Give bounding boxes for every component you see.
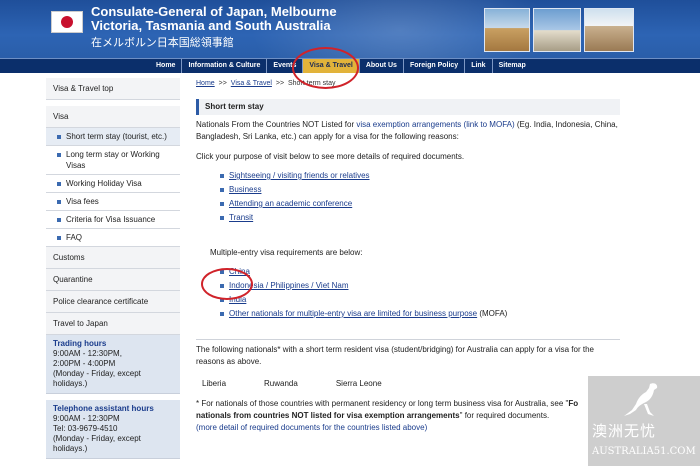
watermark-en-text: AUSTRALIA51.COM: [592, 446, 696, 457]
site-header: Consulate-General of Japan, Melbourne Vi…: [0, 0, 700, 58]
heritage-building-photo: [584, 8, 634, 52]
list-item: Attending an academic conference: [220, 197, 620, 211]
kangaroo-icon: [624, 383, 658, 416]
divider: [196, 339, 620, 340]
sidebar-sub-label: Short term stay (tourist, etc.): [66, 132, 167, 141]
flag-sun: [61, 16, 73, 28]
purpose-business-link[interactable]: Business: [229, 185, 261, 194]
nation-liberia: Liberia: [202, 379, 227, 388]
mofa-suffix: (MOFA): [477, 309, 508, 318]
list-item: Sightseeing / visiting friends or relati…: [220, 169, 620, 183]
list-item: Business: [220, 183, 620, 197]
intro-paragraph: Nationals From the Countries NOT Listed …: [196, 119, 620, 143]
breadcrumb-home[interactable]: Home: [196, 80, 215, 87]
annotation-circle-china: [201, 268, 253, 300]
intro-text: Nationals From the Countries NOT Listed …: [196, 120, 357, 129]
nav-item-foreign-policy[interactable]: Foreign Policy: [404, 59, 466, 73]
nation-sierra-leone: Sierra Leone: [335, 379, 382, 388]
note-bold-line2: nationals from countries NOT listed for …: [196, 411, 460, 420]
click-instruction: Click your purpose of visit below to see…: [196, 152, 465, 161]
list-item: Other nationals for multiple-entry visa …: [220, 307, 620, 321]
list-item: Indonesia / Philippines / Viet Nam: [220, 279, 620, 293]
telephone-hours-title: Telephone assistant hours: [53, 404, 154, 413]
purpose-transit-link[interactable]: Transit: [229, 213, 253, 222]
nav-item-information-culture[interactable]: Information & Culture: [182, 59, 268, 73]
trading-hours-box: Trading hours 9:00AM - 12:30PM, 2:00PM -…: [46, 335, 180, 394]
multi-other-nationals-link[interactable]: Other nationals for multiple-entry visa …: [229, 309, 477, 318]
note-text: " for required documents.: [459, 411, 550, 420]
list-item: China: [220, 265, 620, 279]
sidebar-item-police-clearance[interactable]: Police clearance certificate: [46, 291, 180, 313]
telephone-hours-box: Telephone assistant hours 9:00AM - 12:30…: [46, 400, 180, 459]
main-content: Home >> Visa & Travel >> Short term stay…: [196, 78, 620, 434]
list-item: India: [220, 293, 620, 307]
nation-ruwanda: Ruwanda: [264, 379, 298, 388]
visa-exemption-link[interactable]: visa exemption arrangements (link to MOF…: [356, 120, 514, 129]
trading-hours-line: holidays.): [53, 379, 88, 388]
breadcrumb-separator: >>: [218, 80, 227, 87]
trading-hours-title: Trading hours: [53, 339, 107, 348]
sidebar-sub-long-term-stay[interactable]: Long term stay or Working Visas: [46, 146, 180, 175]
sidebar-item-travel-to-japan[interactable]: Travel to Japan: [46, 313, 180, 335]
nav-item-about-us[interactable]: About Us: [360, 59, 404, 73]
list-item: Transit: [220, 211, 620, 225]
following-nationals-text: The following nationals* with a short te…: [196, 345, 594, 366]
section-heading: Short term stay: [196, 99, 620, 115]
sidebar-sub-short-term-stay[interactable]: Short term stay (tourist, etc.): [46, 128, 180, 146]
purpose-list: Sightseeing / visiting friends or relati…: [196, 169, 620, 225]
nav-item-link[interactable]: Link: [465, 59, 493, 73]
watermark-cn-text: 澳洲无忧: [592, 422, 657, 440]
sidebar-sub-criteria[interactable]: Criteria for Visa Issuance: [46, 211, 180, 229]
site-title-line2: Victoria, Tasmania and South Australia: [91, 18, 331, 33]
clock-tower-photo: [533, 8, 581, 52]
note-text: * For nationals of those countries with …: [196, 399, 569, 408]
nations-row: Liberia Ruwanda Sierra Leone: [196, 378, 620, 390]
sidebar-sub-visa-fees[interactable]: Visa fees: [46, 193, 180, 211]
purpose-sightseeing-link[interactable]: Sightseeing / visiting friends or relati…: [229, 171, 370, 180]
site-title-line1: Consulate-General of Japan, Melbourne: [91, 4, 337, 19]
multi-entry-list: China Indonesia / Philippines / Viet Nam…: [196, 265, 620, 321]
sidebar-sub-working-holiday[interactable]: Working Holiday Visa: [46, 175, 180, 193]
sidebar: Visa & Travel top Visa Short term stay (…: [46, 78, 180, 459]
breadcrumb-visa-travel[interactable]: Visa & Travel: [231, 80, 272, 87]
flinders-station-photo: [484, 8, 530, 52]
watermark: 澳洲无忧 AUSTRALIA51.COM: [588, 376, 700, 466]
annotation-circle-visa-travel: [292, 47, 359, 89]
multi-entry-heading: Multiple-entry visa requirements are bel…: [210, 248, 363, 257]
breadcrumb: Home >> Visa & Travel >> Short term stay: [196, 78, 620, 90]
more-detail-link[interactable]: (more detail of required documents for t…: [196, 423, 427, 432]
telephone-hours-line: holidays.): [53, 444, 88, 453]
note-paragraph: * For nationals of those countries with …: [196, 398, 620, 434]
purpose-conference-link[interactable]: Attending an academic conference: [229, 199, 352, 208]
trading-hours-line: 9:00AM - 12:30PM,: [53, 349, 122, 358]
site-subtitle: 在メルボルン日本国総領事館: [91, 36, 234, 49]
nav-item-sitemap[interactable]: Sitemap: [493, 59, 532, 73]
trading-hours-line: 2:00PM - 4:00PM: [53, 359, 116, 368]
sidebar-sub-faq[interactable]: FAQ: [46, 229, 180, 247]
trading-hours-line: (Monday - Friday, except: [53, 369, 141, 378]
telephone-hours-line: 9:00AM - 12:30PM: [53, 414, 120, 423]
japan-flag-icon: [51, 11, 83, 33]
telephone-number: Tel: 03-9679-4510: [53, 424, 118, 433]
telephone-hours-line: (Monday - Friday, except: [53, 434, 141, 443]
sidebar-item-customs[interactable]: Customs: [46, 247, 180, 269]
nav-item-home[interactable]: Home: [150, 59, 183, 73]
breadcrumb-separator: >>: [275, 80, 285, 87]
sidebar-item-quarantine[interactable]: Quarantine: [46, 269, 180, 291]
sidebar-item-visa[interactable]: Visa: [46, 106, 180, 128]
sidebar-sub-label: Long term stay or Working Visas: [66, 150, 160, 170]
site-title[interactable]: Consulate-General of Japan, Melbourne Vi…: [91, 5, 337, 33]
sidebar-item-visa-travel-top[interactable]: Visa & Travel top: [46, 78, 180, 100]
note-bold: Fo: [568, 399, 579, 408]
